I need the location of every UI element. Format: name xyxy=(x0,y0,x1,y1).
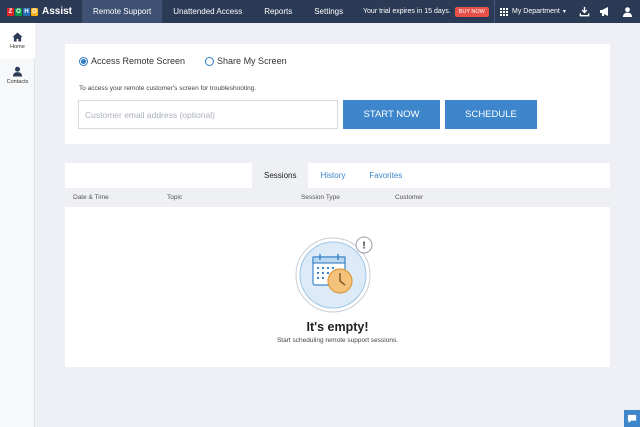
sidebar-item-label: Contacts xyxy=(6,79,29,85)
share-my-screen-label[interactable]: Share My Screen xyxy=(217,56,287,66)
chat-button[interactable] xyxy=(624,410,640,427)
zoho-logo: Z O H O xyxy=(7,7,38,16)
nav-tab-settings[interactable]: Settings xyxy=(303,0,354,23)
customer-email-input[interactable] xyxy=(78,100,338,129)
buy-now-button[interactable]: BUY NOW xyxy=(454,6,489,17)
column-topic[interactable]: Topic xyxy=(167,194,182,201)
nav-tab-remote-support[interactable]: Remote Support xyxy=(82,0,163,23)
trial-text: Your trial expires in 15 days. xyxy=(363,8,451,15)
empty-badge: ! xyxy=(362,241,365,252)
session-hint-text: To access your remote customer's screen … xyxy=(79,85,257,92)
home-icon xyxy=(12,31,23,42)
top-nav-bar: Z O H O Assist Remote Support Unattended… xyxy=(0,0,640,23)
empty-state-title: It's empty! xyxy=(306,320,369,334)
trial-banner: Your trial expires in 15 days. BUY NOW xyxy=(363,0,489,23)
department-selector[interactable]: My Department ▾ xyxy=(494,0,570,23)
sidebar-item-contacts[interactable]: Contacts xyxy=(0,58,35,93)
app-name: Assist xyxy=(42,6,73,17)
sessions-table-header: Date & Time Topic Session Type Customer xyxy=(65,188,610,207)
empty-calendar-illustration: ! xyxy=(295,236,373,313)
empty-state-subtitle: Start scheduling remote support sessions… xyxy=(276,337,399,344)
megaphone-icon[interactable] xyxy=(599,5,611,17)
download-icon[interactable] xyxy=(578,5,590,17)
tab-favorites[interactable]: Favorites xyxy=(357,163,414,188)
session-mode-options: Access Remote Screen Share My Screen xyxy=(79,56,307,66)
apps-grid-icon xyxy=(500,7,508,16)
logo-letter: Z xyxy=(7,7,14,16)
access-remote-screen-radio[interactable] xyxy=(79,56,88,66)
access-remote-screen-label[interactable]: Access Remote Screen xyxy=(91,56,185,66)
tab-history[interactable]: History xyxy=(308,163,357,188)
column-customer[interactable]: Customer xyxy=(395,194,423,201)
sidebar-item-home[interactable]: Home xyxy=(0,23,35,58)
sidebar: Home Contacts xyxy=(0,23,35,427)
sidebar-item-label: Home xyxy=(10,43,25,50)
chat-icon xyxy=(627,414,637,423)
nav-tab-unattended-access[interactable]: Unattended Access xyxy=(162,0,253,23)
column-date-time[interactable]: Date & Time xyxy=(73,194,109,201)
start-session-panel: Access Remote Screen Share My Screen To … xyxy=(65,44,610,144)
schedule-button[interactable]: SCHEDULE xyxy=(445,100,537,129)
sessions-tabs: Sessions History Favorites xyxy=(252,163,414,188)
zoho-assist-logo[interactable]: Z O H O Assist xyxy=(0,0,82,23)
user-icon[interactable] xyxy=(621,5,633,17)
contacts-icon xyxy=(12,66,23,77)
logo-letter: O xyxy=(15,7,22,16)
start-now-button[interactable]: START NOW xyxy=(343,100,440,129)
share-my-screen-radio[interactable] xyxy=(205,56,215,66)
chevron-down-icon: ▾ xyxy=(562,9,566,15)
nav-tab-reports[interactable]: Reports xyxy=(253,0,303,23)
tab-sessions[interactable]: Sessions xyxy=(252,163,309,188)
department-label: My Department xyxy=(512,8,560,15)
logo-letter: O xyxy=(31,7,38,16)
logo-letter: H xyxy=(23,7,30,16)
column-session-type[interactable]: Session Type xyxy=(301,194,340,201)
sessions-panel: Sessions History Favorites Date & Time T… xyxy=(65,163,610,367)
